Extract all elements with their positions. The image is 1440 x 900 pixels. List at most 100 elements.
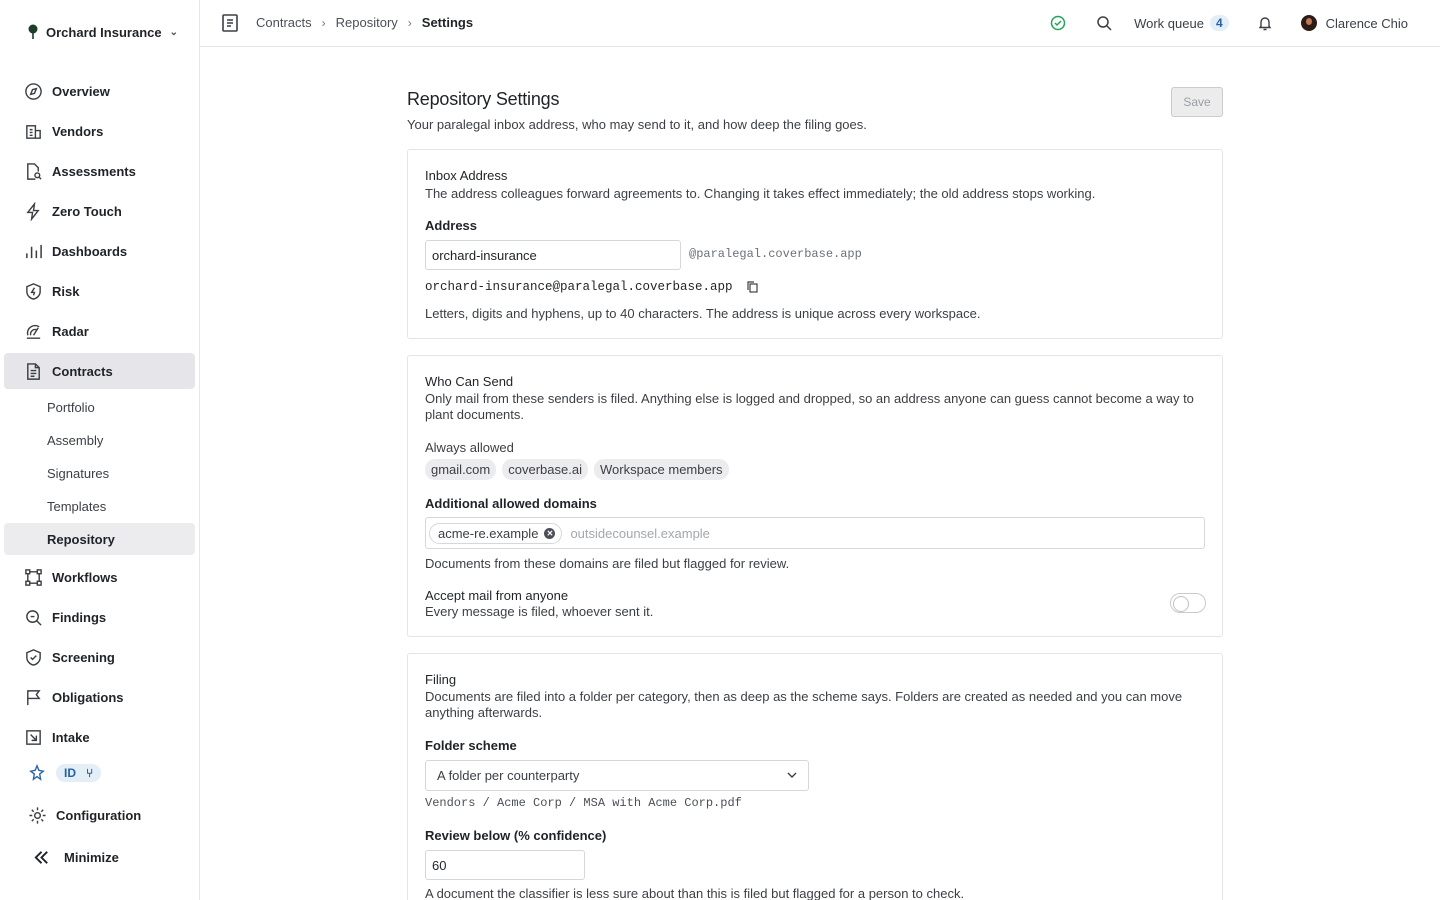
id-pill-label: ID — [64, 766, 76, 780]
bar-chart-icon — [26, 244, 42, 258]
copy-icon[interactable] — [746, 281, 758, 293]
sidebar-item-screening[interactable]: Screening — [4, 639, 195, 675]
sidebar-item-label: Workflows — [52, 569, 118, 585]
sidebar-item-radar[interactable]: Radar — [4, 313, 195, 349]
always-allowed-chip: gmail.com — [425, 459, 497, 480]
shield-check-icon — [26, 648, 41, 666]
app-root: Orchard Insurance ⌄ Overview Vendors Ass… — [0, 0, 1440, 900]
sidebar-item-label: Screening — [52, 649, 115, 665]
breadcrumb-repository[interactable]: Repository — [336, 15, 398, 30]
sidebar-item-intake[interactable]: Intake — [4, 719, 195, 755]
sidebar-subitem-templates[interactable]: Templates — [4, 490, 195, 522]
search-icon[interactable] — [1096, 15, 1112, 31]
accept-anyone-desc: Every message is filed, whoever sent it. — [425, 604, 654, 619]
card-title: Who Can Send — [425, 374, 514, 389]
id-integration[interactable]: ID ⑂ — [28, 764, 102, 782]
domain-input-placeholder[interactable]: outsidecounsel.example — [570, 526, 709, 541]
address-input[interactable] — [425, 240, 681, 270]
chevron-right-icon: › — [321, 15, 326, 30]
double-chevron-left-icon — [34, 850, 48, 864]
user-menu[interactable]: Clarence Chio — [1300, 15, 1408, 31]
accept-anyone-toggle[interactable] — [1170, 593, 1206, 613]
card-description: The address colleagues forward agreement… — [425, 186, 1096, 201]
bell-icon[interactable] — [1257, 15, 1273, 31]
sidebar-subitem-signatures[interactable]: Signatures — [4, 457, 195, 489]
work-queue-count-badge: 4 — [1209, 15, 1229, 31]
sidebar-subitem-assembly[interactable]: Assembly — [4, 424, 195, 456]
save-button[interactable]: Save — [1171, 87, 1223, 117]
card-description: Documents are filed into a folder per ca… — [425, 689, 1183, 720]
sidebar-item-risk[interactable]: Risk — [4, 273, 195, 309]
review-threshold-label: Review below (% confidence) — [425, 828, 607, 843]
breadcrumb: Contracts › Repository › Settings — [256, 15, 473, 30]
minimize-label: Minimize — [64, 849, 119, 865]
sidebar-item-label: Obligations — [52, 689, 124, 705]
review-threshold-input[interactable] — [425, 850, 585, 880]
check-circle-icon[interactable] — [1050, 15, 1066, 31]
workflow-icon — [25, 568, 42, 586]
folder-scheme-value: A folder per counterparty — [437, 768, 580, 783]
sidebar-subitem-repository[interactable]: Repository — [4, 523, 195, 555]
sidebar-item-findings[interactable]: Findings — [4, 599, 195, 635]
who-can-send-card: Who Can Send Only mail from these sender… — [407, 355, 1223, 637]
page-subtitle: Your paralegal inbox address, who may se… — [407, 117, 867, 132]
card-title: Inbox Address — [425, 168, 508, 183]
org-switcher[interactable]: Orchard Insurance ⌄ — [28, 22, 178, 42]
address-label: Address — [425, 218, 478, 233]
full-address-row: orchard-insurance@paralegal.coverbase.ap… — [425, 280, 758, 294]
sidebar: Orchard Insurance ⌄ Overview Vendors Ass… — [0, 0, 200, 900]
sidebar-item-label: Vendors — [52, 123, 104, 139]
building-icon — [26, 124, 41, 139]
tree-icon — [28, 24, 38, 39]
sidebar-item-assessments[interactable]: Assessments — [4, 153, 195, 189]
accept-anyone-title: Accept mail from anyone — [425, 588, 569, 603]
domain-tag: acme-re.example ✕ — [429, 522, 563, 544]
topbar: Contracts › Repository › Settings Work q… — [200, 0, 1440, 47]
intake-icon — [26, 729, 41, 745]
sidebar-item-vendors[interactable]: Vendors — [4, 113, 195, 149]
work-queue-button[interactable]: Work queue 4 — [1134, 15, 1229, 31]
additional-domains-label: Additional allowed domains — [425, 496, 597, 511]
folder-scheme-label: Folder scheme — [425, 738, 517, 753]
sidebar-item-label: Findings — [52, 609, 107, 625]
page-title: Repository Settings — [407, 89, 560, 109]
sidebar-item-obligations[interactable]: Obligations — [4, 679, 195, 715]
org-name: Orchard Insurance — [46, 24, 162, 40]
chevron-down-icon: ⌄ — [169, 26, 178, 38]
review-threshold-help: A document the classifier is less sure a… — [425, 886, 965, 900]
sidebar-item-label: Zero Touch — [52, 203, 122, 219]
compass-icon — [25, 82, 42, 100]
always-allowed-chip: Workspace members — [593, 459, 729, 480]
sidebar-item-contracts[interactable]: Contracts — [4, 353, 195, 389]
sidebar-item-label: Risk — [52, 283, 80, 299]
work-queue-label: Work queue — [1134, 15, 1204, 31]
remove-tag-icon[interactable]: ✕ — [544, 527, 556, 539]
chevron-down-icon — [787, 772, 797, 778]
repository-icon — [222, 14, 238, 32]
contract-icon — [27, 362, 40, 380]
folder-scheme-select[interactable]: A folder per counterparty — [425, 760, 809, 791]
chevron-right-icon: › — [407, 15, 412, 30]
address-help: Letters, digits and hyphens, up to 40 ch… — [425, 306, 981, 321]
address-suffix: @paralegal.coverbase.app — [689, 247, 862, 261]
gear-icon — [29, 806, 46, 824]
sidebar-item-label: Contracts — [52, 363, 113, 379]
additional-domains-input[interactable]: acme-re.example ✕ outsidecounsel.example — [425, 517, 1205, 549]
breadcrumb-settings: Settings — [421, 15, 474, 30]
additional-domains-help: Documents from these domains are filed b… — [425, 556, 790, 571]
breadcrumb-contracts[interactable]: Contracts — [256, 15, 312, 30]
sidebar-item-workflows[interactable]: Workflows — [4, 559, 195, 595]
always-allowed-chip: coverbase.ai — [502, 459, 588, 480]
magnifier-icon — [26, 609, 42, 626]
sidebar-item-label: Assessments — [52, 163, 136, 179]
sidebar-subitem-portfolio[interactable]: Portfolio — [4, 391, 195, 423]
minimize-button[interactable]: Minimize — [4, 839, 195, 875]
filing-card: Filing Documents are filed into a folder… — [407, 653, 1223, 900]
sidebar-item-configuration[interactable]: Configuration — [4, 797, 195, 833]
sidebar-item-overview[interactable]: Overview — [4, 73, 195, 109]
inbox-address-card: Inbox Address The address colleagues for… — [407, 149, 1223, 339]
sidebar-item-dashboards[interactable]: Dashboards — [4, 233, 195, 269]
sidebar-item-zero-touch[interactable]: Zero Touch — [4, 193, 195, 229]
bolt-icon — [26, 201, 40, 221]
radar-icon — [26, 324, 41, 339]
